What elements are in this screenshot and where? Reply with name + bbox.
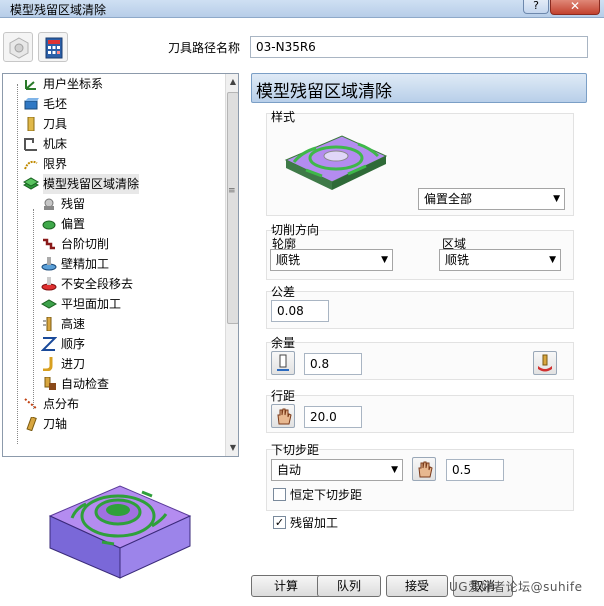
stepdown-label: 下切步距 [271,443,320,457]
stepover-copy-button[interactable] [271,404,295,428]
order-icon [40,337,58,351]
close-button[interactable]: ✕ [550,0,600,15]
window-title: 模型残留区域清除 [10,3,107,17]
scroll-thumb[interactable] [227,92,238,324]
tolerance-input[interactable]: 0.08 [271,300,329,322]
panel-title: 模型残留区域清除 [256,82,392,102]
allowance-input[interactable]: 0.8 [304,353,362,375]
scroll-down-icon[interactable]: ▼ [226,440,238,456]
offset-icon [41,217,57,231]
component-allowance-button[interactable] [533,351,557,375]
model-preview [2,460,239,606]
boundary-icon [23,157,39,171]
allowance-label: 余量 [271,336,296,350]
tool-allowance-icon [277,354,289,371]
machine-icon [23,137,39,151]
auto-check-icon [41,376,57,391]
rest-machining-label: 残留加工 [290,516,339,530]
high-speed-icon [41,316,57,332]
toolpath-name-label: 刀具路径名称 [168,41,241,55]
dialog-body: 刀具路径名称 03-N35R6 用户坐标系 毛坯 刀具 机床 限界 模型残留区域… [0,18,604,606]
accept-button[interactable]: 接受 [386,575,448,597]
point-dist-icon [23,397,39,411]
watermark: UG爱好者论坛@suhife [449,580,583,594]
style-label: 样式 [271,110,296,124]
allowance-toggle-button[interactable] [271,351,295,375]
calculator-icon [45,37,63,59]
toolpath-name-input[interactable]: 03-N35R6 [250,36,588,58]
profile-direction-select[interactable]: 顺铣 ▼ [270,249,393,271]
scroll-up-icon[interactable]: ▲ [226,74,238,90]
hexagon-tool-button[interactable] [3,32,33,62]
panel-header: 模型残留区域清除 [251,73,587,103]
ucs-icon [23,77,39,91]
stepdown-mode-select[interactable]: 自动 ▼ [271,459,403,481]
chevron-down-icon: ▼ [549,255,556,265]
calculate-button[interactable]: 计算 [251,575,321,597]
tool-icon [23,116,39,132]
tolerance-label: 公差 [271,285,296,299]
unsafe-remove-icon [41,277,57,291]
model-preview-image [48,485,192,579]
step-cut-icon [41,237,57,251]
block-icon [23,97,39,111]
lead-in-icon [41,357,57,372]
title-bar: 模型残留区域清除 ? ✕ [0,0,604,18]
style-select[interactable]: 偏置全部 ▼ [418,188,565,210]
stepdown-copy-button[interactable] [412,457,436,481]
style-preview-image [284,135,388,190]
queue-button[interactable]: 队列 [317,575,381,597]
tool-axis-icon [23,416,39,432]
tree-scrollbar[interactable]: ▲ ≡ ▼ [225,74,238,456]
constant-stepdown-checkbox[interactable] [273,488,286,501]
rest-icon [41,197,57,211]
chevron-down-icon: ▼ [391,465,398,475]
stepover-label: 行距 [271,389,296,403]
constant-stepdown-label: 恒定下切步距 [290,488,363,502]
strategy-tree: 用户坐标系 毛坯 刀具 机床 限界 模型残留区域清除 残留 偏置 台阶切削 壁精… [2,73,239,457]
hexagon-icon [9,37,29,59]
stepover-input[interactable]: 20.0 [304,406,362,428]
chevron-down-icon: ▼ [381,255,388,265]
help-button[interactable]: ? [523,0,549,14]
calculator-button[interactable] [38,32,68,62]
scroll-grip-icon: ≡ [228,186,236,196]
flat-face-icon [40,297,58,311]
rest-area-icon [22,177,40,191]
chevron-down-icon: ▼ [553,194,560,204]
component-allowance-icon [538,354,552,372]
hand-icon [277,408,292,425]
stepdown-input[interactable]: 0.5 [446,459,504,481]
rest-machining-checkbox[interactable]: ✓ [273,516,286,529]
hand-icon [418,461,433,478]
wall-finish-icon [41,257,57,271]
area-direction-select[interactable]: 顺铣 ▼ [439,249,561,271]
